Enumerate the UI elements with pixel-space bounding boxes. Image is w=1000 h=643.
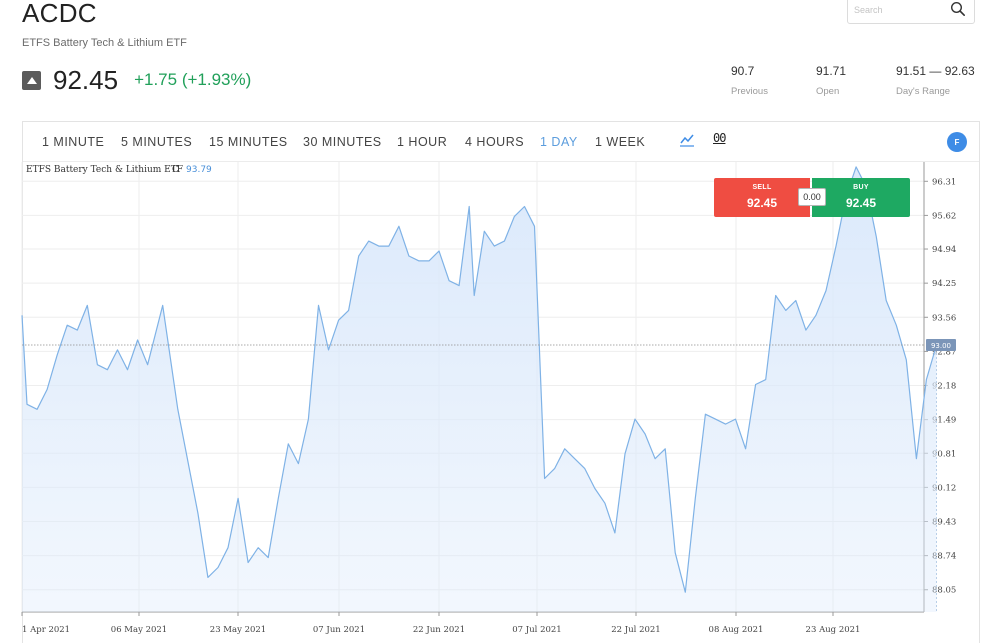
- x-tick-label: 06 May 2021: [111, 625, 167, 635]
- price-area-fill: [22, 166, 937, 612]
- y-tick-label: 93.56: [932, 313, 956, 323]
- buy-price: 92.45: [845, 196, 877, 210]
- x-tick-label: 22 Jul 2021: [611, 625, 660, 635]
- sell-price: 92.45: [746, 196, 778, 210]
- sell-label: SELL: [752, 184, 772, 191]
- sell-button[interactable]: SELL 92.45: [714, 178, 810, 217]
- buy-button[interactable]: BUY 92.45: [812, 178, 910, 217]
- legend-field: C: [172, 165, 179, 175]
- x-tick-label: 23 May 2021: [210, 625, 266, 635]
- y-tick-label: 95.62: [932, 211, 956, 221]
- x-tick-label: 07 Jul 2021: [512, 625, 561, 635]
- x-tick-label: 08 Aug 2021: [709, 625, 764, 635]
- y-tick-label: 94.25: [932, 279, 956, 289]
- y-tick-label: 94.94: [932, 245, 956, 255]
- x-tick-label: 1 Apr 2021: [22, 625, 70, 635]
- price-chart[interactable]: 96.3195.6294.9494.2593.5692.8792.1891.49…: [0, 0, 1000, 643]
- last-price-label: 93.00: [931, 342, 951, 350]
- legend-symbol: ETFS Battery Tech & Lithium ETF: [26, 165, 183, 175]
- x-tick-label: 22 Jun 2021: [413, 625, 465, 635]
- x-tick-label: 23 Aug 2021: [806, 625, 861, 635]
- x-tick-label: 07 Jun 2021: [313, 625, 365, 635]
- buy-label: BUY: [853, 184, 869, 191]
- legend-value: 93.79: [186, 165, 212, 175]
- y-tick-label: 96.31: [932, 177, 956, 187]
- spread-value: 0.00: [798, 188, 826, 206]
